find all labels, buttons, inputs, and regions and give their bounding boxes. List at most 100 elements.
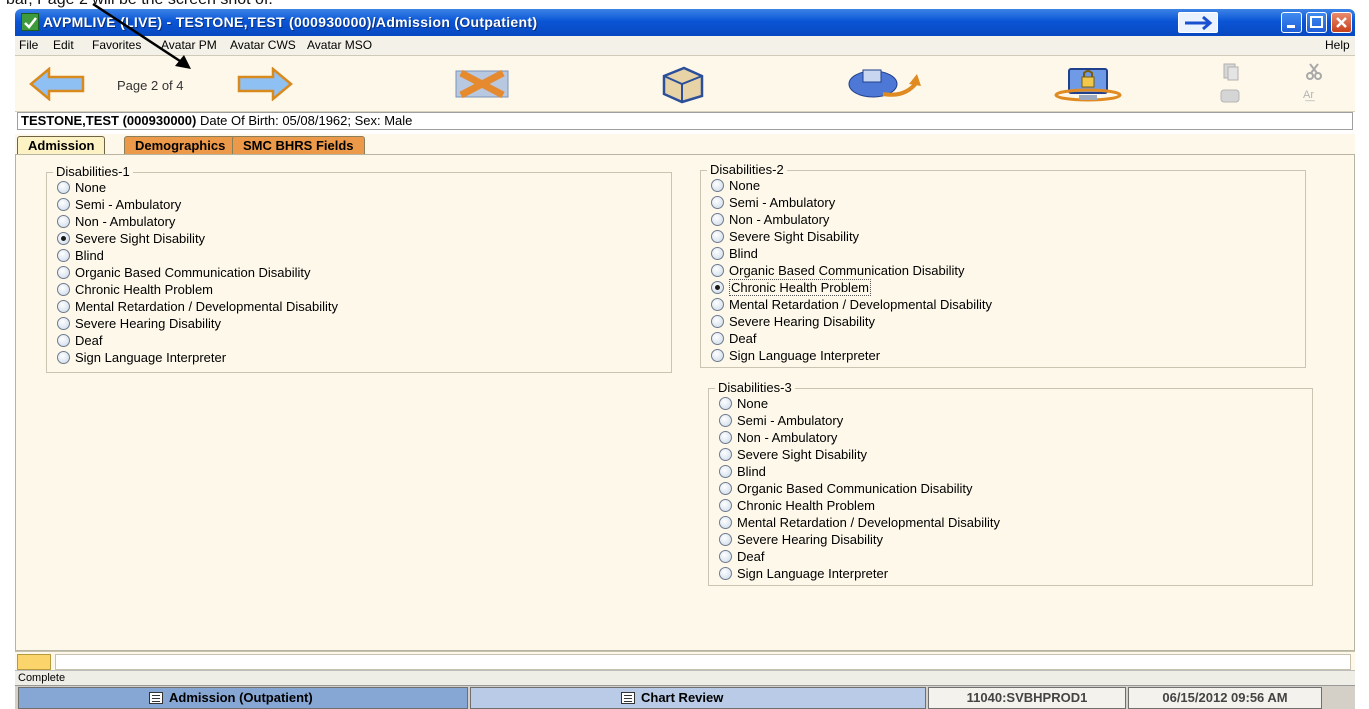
radio-button-icon (711, 298, 724, 312)
option-label: Semi - Ambulatory (729, 195, 836, 210)
bottom-field (55, 654, 1351, 670)
menu-edit[interactable]: Edit (53, 38, 74, 52)
menu-help[interactable]: Help (1325, 38, 1350, 52)
radio-option[interactable]: Sign Language Interpreter (57, 349, 226, 366)
radio-option[interactable]: None (57, 179, 106, 196)
radio-button-icon (719, 431, 732, 445)
radio-button-icon (719, 550, 732, 564)
option-label: Blind (75, 248, 104, 263)
option-label: Chronic Health Problem (729, 279, 872, 296)
radio-option[interactable]: None (719, 395, 768, 412)
group-title: Disabilities-3 (715, 380, 795, 395)
next-page-button[interactable] (237, 66, 293, 104)
option-label: None (729, 178, 761, 193)
radio-option[interactable]: Deaf (719, 548, 764, 565)
radio-option[interactable]: Organic Based Communication Disability (57, 264, 311, 281)
cut-icon[interactable] (1304, 62, 1324, 85)
taskbar: Admission (Outpatient) Chart Review 1104… (15, 685, 1355, 709)
radio-option[interactable]: Non - Ambulatory (719, 429, 837, 446)
radio-button-icon (57, 334, 70, 348)
radio-button-icon (57, 300, 70, 314)
radio-button-icon (719, 397, 732, 411)
previous-page-button[interactable] (29, 66, 85, 104)
group-title: Disabilities-1 (53, 164, 133, 179)
disabilities-1-group: Disabilities-1 None Semi - Ambulatory No… (46, 164, 672, 373)
radio-button-icon (711, 230, 724, 244)
discard-button[interactable] (453, 68, 511, 103)
maximize-button[interactable] (1306, 12, 1327, 33)
bottom-tab[interactable] (17, 654, 51, 670)
form-icon (149, 691, 163, 704)
radio-option[interactable]: Blind (719, 463, 766, 480)
radio-option[interactable]: Organic Based Communication Disability (719, 480, 973, 497)
option-label: Severe Hearing Disability (75, 316, 221, 331)
option-label: Organic Based Communication Disability (75, 265, 311, 280)
radio-option[interactable]: Mental Retardation / Developmental Disab… (711, 296, 992, 313)
radio-option[interactable]: Severe Sight Disability (711, 228, 859, 245)
radio-option[interactable]: Non - Ambulatory (57, 213, 175, 230)
lock-screen-button[interactable] (1049, 63, 1129, 106)
menu-file[interactable]: File (19, 38, 38, 52)
radio-option[interactable]: Mental Retardation / Developmental Disab… (719, 514, 1000, 531)
minimize-button[interactable] (1281, 12, 1302, 33)
radio-option[interactable]: Chronic Health Problem (57, 281, 213, 298)
radio-option[interactable]: Organic Based Communication Disability (711, 262, 965, 279)
radio-button-icon (57, 283, 70, 297)
radio-option[interactable]: Deaf (711, 330, 756, 347)
radio-option[interactable]: Sign Language Interpreter (719, 565, 888, 582)
option-label: Severe Sight Disability (75, 231, 206, 246)
close-button[interactable] (1331, 12, 1352, 33)
radio-button-icon (57, 181, 70, 195)
radio-option[interactable]: Severe Sight Disability (719, 446, 867, 463)
radio-button-icon (57, 249, 70, 263)
radio-option[interactable]: Blind (57, 247, 104, 264)
radio-button-icon (711, 264, 724, 278)
menu-avatar-cws[interactable]: Avatar CWS (230, 38, 296, 52)
radio-option[interactable]: Sign Language Interpreter (711, 347, 880, 364)
radio-option[interactable]: Chronic Health Problem (719, 497, 875, 514)
submit-button[interactable] (660, 64, 706, 107)
option-label: Blind (729, 246, 758, 261)
radio-option[interactable]: Semi - Ambulatory (719, 412, 843, 429)
radio-option[interactable]: Semi - Ambulatory (711, 194, 835, 211)
forward-arrow-button[interactable] (1178, 12, 1218, 33)
radio-option[interactable]: Non - Ambulatory (711, 211, 829, 228)
option-label: None (75, 180, 107, 195)
radio-button-icon (57, 266, 70, 280)
option-label: Non - Ambulatory (75, 214, 176, 229)
option-label: Sign Language Interpreter (75, 350, 227, 365)
radio-option[interactable]: Chronic Health Problem (711, 279, 872, 296)
radio-button-icon (57, 198, 70, 212)
form-panel: Disabilities-1 None Semi - Ambulatory No… (15, 154, 1355, 651)
option-label: Mental Retardation / Developmental Disab… (75, 299, 339, 314)
radio-option[interactable]: Severe Hearing Disability (719, 531, 883, 548)
radio-option[interactable]: Mental Retardation / Developmental Disab… (57, 298, 338, 315)
radio-option[interactable]: Severe Sight Disability (57, 230, 205, 247)
radio-button-icon (57, 317, 70, 331)
tab-admission[interactable]: Admission (17, 136, 106, 154)
menu-avatar-mso[interactable]: Avatar MSO (307, 38, 372, 52)
option-label: Mental Retardation / Developmental Disab… (737, 515, 1001, 530)
launch-button[interactable] (843, 62, 923, 107)
option-label: Deaf (75, 333, 103, 348)
radio-option[interactable]: Semi - Ambulatory (57, 196, 181, 213)
radio-option[interactable]: None (711, 177, 760, 194)
tab-smc-bhrs-fields[interactable]: SMC BHRS Fields (232, 136, 365, 154)
task-chart-review[interactable]: Chart Review (470, 687, 926, 709)
arrow-left-icon (29, 66, 85, 102)
option-label: Severe Sight Disability (737, 447, 868, 462)
copy-icon[interactable] (1221, 62, 1241, 85)
option-label: Deaf (729, 331, 757, 346)
radio-option[interactable]: Severe Hearing Disability (57, 315, 221, 332)
paste-icon[interactable] (1219, 86, 1241, 107)
arrow-right-icon (237, 66, 293, 102)
option-label: Non - Ambulatory (729, 212, 830, 227)
radio-option[interactable]: Severe Hearing Disability (711, 313, 875, 330)
radio-option[interactable]: Blind (711, 245, 758, 262)
task-admission-outpatient[interactable]: Admission (Outpatient) (18, 687, 468, 709)
radio-button-icon (719, 499, 732, 513)
option-label: Organic Based Communication Disability (729, 263, 965, 278)
radio-option[interactable]: Deaf (57, 332, 102, 349)
tab-demographics[interactable]: Demographics (124, 136, 237, 154)
spell-check-icon[interactable]: A͟r (1303, 89, 1314, 101)
